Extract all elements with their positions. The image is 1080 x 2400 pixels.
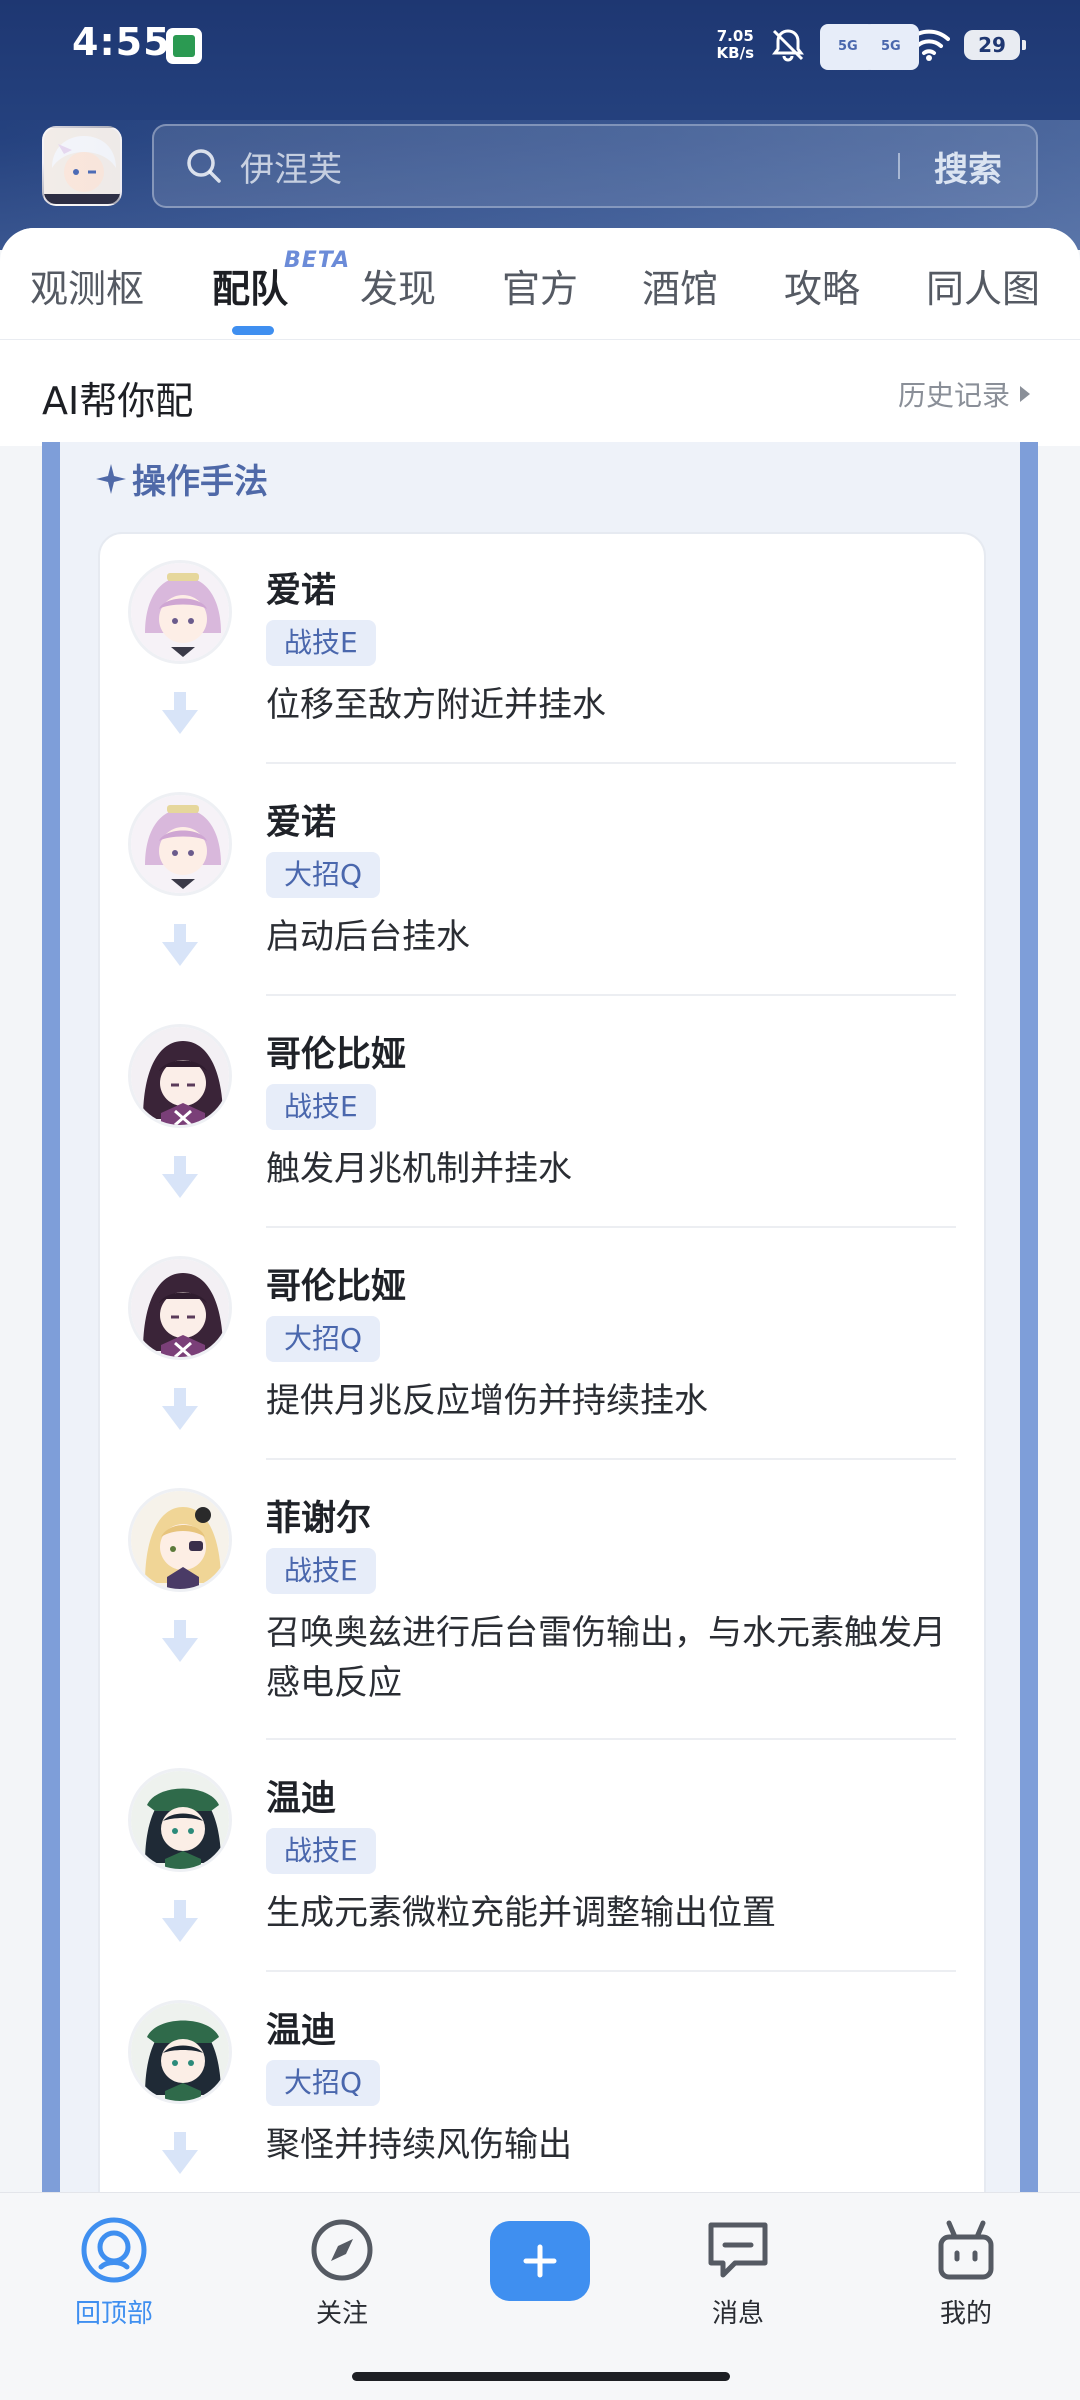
sparkle-icon	[96, 463, 126, 494]
signal-1-icon: 5G	[820, 24, 876, 70]
home-icon	[81, 2217, 147, 2283]
search-button[interactable]: 搜索	[934, 142, 1002, 191]
nav-home-label: 回顶部	[74, 2299, 153, 2329]
operation-title-text: 操作手法	[132, 462, 268, 502]
step-description: 提供月兆反应增伤并持续挂水	[266, 1381, 708, 1421]
search-placeholder: 伊涅芙	[240, 149, 342, 190]
signal-2-icon: 5G	[863, 24, 919, 70]
history-label: 历史记录	[897, 379, 1010, 412]
divider	[266, 1226, 956, 1228]
status-bar: 4:55 7.05 KB/s 5G 5G 29	[0, 0, 1080, 90]
add-post-button[interactable]	[490, 2221, 590, 2301]
skill-tag: 战技E	[266, 1548, 376, 1594]
postal-app-icon	[166, 28, 202, 64]
nav-home[interactable]: 回顶部	[34, 2217, 194, 2330]
character-name: 温迪	[266, 2011, 337, 2051]
divider	[266, 1458, 956, 1460]
tab-jiuguan[interactable]: 酒馆	[642, 258, 718, 313]
tab-tongrentu[interactable]: 同人图	[926, 258, 1040, 313]
character-name: 温迪	[266, 1779, 337, 1819]
character-avatar	[128, 2000, 232, 2104]
step-description: 召唤奥兹进行后台雷伤输出，与水元素触发月感电反应	[266, 1613, 946, 1703]
signal-2-label: 5G	[863, 24, 919, 70]
divider	[266, 1738, 956, 1740]
home-indicator[interactable]	[352, 2372, 730, 2381]
nav-mine[interactable]: 我的	[886, 2217, 1046, 2330]
main-panel: 观测枢 配队 BETA 发现 官方 酒馆 攻略 同人图 AI帮你配 历史记录 操…	[0, 228, 1080, 2400]
step-description: 聚怪并持续风伤输出	[266, 2125, 572, 2165]
step-description: 生成元素微粒充能并调整输出位置	[266, 1893, 776, 1933]
skill-tag: 大招Q	[266, 2060, 381, 2106]
down-arrow-icon	[162, 1900, 198, 1942]
history-link[interactable]: 历史记录	[898, 374, 1030, 414]
step-description: 触发月兆机制并挂水	[266, 1149, 572, 1189]
status-time: 4:55	[72, 20, 171, 64]
tab-guanfang[interactable]: 官方	[502, 258, 578, 313]
nav-messages[interactable]: 消息	[658, 2217, 818, 2330]
header: 4:55 7.05 KB/s 5G 5G 29 伊涅芙 搜索	[0, 0, 1080, 250]
nav-messages-label: 消息	[711, 2299, 764, 2329]
down-arrow-icon	[162, 2132, 198, 2174]
down-arrow-icon	[162, 1156, 198, 1198]
step-description: 启动后台挂水	[266, 917, 470, 957]
character-avatar	[128, 1024, 232, 1128]
nav-follow-label: 关注	[315, 2299, 368, 2329]
compass-icon	[311, 2219, 373, 2281]
character-name: 哥伦比娅	[266, 1267, 407, 1307]
bottom-nav: 回顶部 关注 消息 我的	[0, 2192, 1080, 2400]
robot-icon	[938, 2220, 994, 2280]
step-description: 位移至敌方附近并挂水	[266, 685, 606, 725]
tab-faxian[interactable]: 发现	[360, 258, 436, 313]
status-indicators: 7.05 KB/s 5G 5G 29	[717, 22, 1026, 70]
plus-icon	[523, 2244, 557, 2278]
avatar-illustration	[44, 128, 120, 204]
user-avatar[interactable]	[42, 126, 122, 206]
tab-peidui[interactable]: 配队	[212, 258, 288, 313]
ai-title: AI帮你配	[42, 379, 194, 423]
character-avatar	[128, 792, 232, 896]
operation-steps-list: 爱诺 战技E 位移至敌方附近并挂水 爱诺 大招Q 启动后台挂水 哥伦比娅 战技E…	[98, 532, 986, 2400]
skill-tag: 战技E	[266, 1084, 376, 1130]
divider	[266, 1970, 956, 1972]
tab-bar: 观测枢 配队 BETA 发现 官方 酒馆 攻略 同人图	[0, 228, 1080, 340]
search-divider	[898, 153, 900, 179]
beta-badge: BETA	[284, 248, 351, 273]
mute-bell-icon	[772, 29, 804, 62]
operation-title: 操作手法	[94, 454, 268, 503]
tab-gonglue[interactable]: 攻略	[784, 258, 860, 313]
character-name: 爱诺	[266, 571, 337, 611]
skill-tag: 大招Q	[266, 852, 381, 898]
search-icon	[187, 149, 221, 183]
search-input[interactable]: 伊涅芙 搜索	[152, 124, 1038, 208]
ai-header-row: AI帮你配 历史记录	[0, 340, 1080, 446]
skill-tag: 战技E	[266, 1828, 376, 1874]
net-speed-value: 7.05	[716, 27, 754, 45]
net-speed-unit: KB/s	[716, 44, 754, 62]
character-name: 哥伦比娅	[266, 1035, 407, 1075]
tab-guancheshu[interactable]: 观测枢	[30, 258, 144, 313]
down-arrow-icon	[162, 1388, 198, 1430]
character-avatar	[128, 1488, 232, 1592]
active-tab-indicator	[232, 326, 274, 335]
chevron-right-icon	[1020, 386, 1030, 402]
battery-indicator: 29	[964, 30, 1026, 60]
character-name: 菲谢尔	[266, 1499, 372, 1539]
character-name: 爱诺	[266, 803, 337, 843]
skill-tag: 大招Q	[266, 1316, 381, 1362]
operation-card: 操作手法 爱诺 战技E 位移至敌方附近并挂水 爱诺 大招Q 启动后台挂水 哥伦比…	[42, 442, 1038, 2400]
down-arrow-icon	[162, 692, 198, 734]
down-arrow-icon	[162, 1620, 198, 1662]
divider	[266, 762, 956, 764]
character-avatar	[128, 560, 232, 664]
skill-tag: 战技E	[266, 620, 376, 666]
down-arrow-icon	[162, 924, 198, 966]
character-avatar	[128, 1256, 232, 1360]
divider	[266, 994, 956, 996]
net-speed: 7.05 KB/s	[717, 28, 754, 62]
character-avatar	[128, 1768, 232, 1872]
nav-mine-label: 我的	[939, 2299, 992, 2329]
nav-follow[interactable]: 关注	[262, 2217, 422, 2330]
message-icon	[708, 2222, 768, 2278]
